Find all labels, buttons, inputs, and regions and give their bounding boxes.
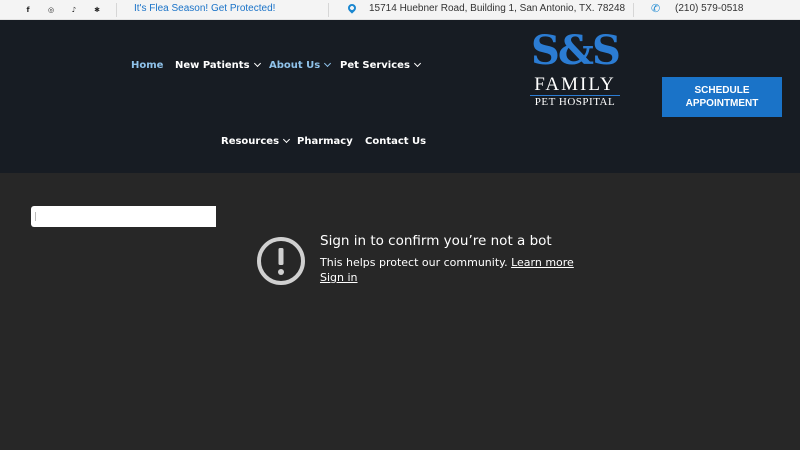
alert-icon <box>257 237 305 285</box>
top-bar: f ◎ ♪ ✱ It's Flea Season! Get Protected!… <box>0 0 800 20</box>
learn-more-link[interactable]: Learn more <box>511 256 574 269</box>
bot-check-body: This helps protect our community. Learn … <box>320 256 574 269</box>
site-logo[interactable]: S&S FAMILY PET HOSPITAL <box>527 27 623 109</box>
address-text[interactable]: 15714 Huebner Road, Building 1, San Anto… <box>369 3 625 14</box>
bot-check-title: Sign in to confirm you’re not a bot <box>320 233 552 249</box>
nav-new-patients[interactable]: New Patients <box>175 59 261 71</box>
nav-label: About Us <box>269 60 321 71</box>
divider <box>328 3 329 17</box>
logo-family: FAMILY <box>534 74 616 95</box>
yelp-icon[interactable]: ✱ <box>90 3 104 17</box>
nav-label: Pet Services <box>340 60 410 71</box>
chevron-down-icon <box>253 59 261 68</box>
site-header: Home New Patients About Us Pet Services … <box>0 20 800 173</box>
sign-in-link[interactable]: Sign in <box>320 271 358 284</box>
embedded-input-bar[interactable] <box>31 206 216 227</box>
logo-pet-hospital: PET HOSPITAL <box>534 96 616 108</box>
nav-label: Contact Us <box>365 136 427 147</box>
nav-resources[interactable]: Resources <box>221 135 291 147</box>
nav-pharmacy[interactable]: Pharmacy <box>297 136 353 147</box>
logo-mark: S&S <box>531 27 621 74</box>
schedule-appointment-button[interactable]: SCHEDULE APPOINTMENT <box>662 77 782 117</box>
bot-check-text: This helps protect our community. <box>320 256 508 269</box>
map-pin-icon <box>346 2 358 14</box>
phone-icon: ✆ <box>651 2 661 15</box>
nav-label: Resources <box>221 136 280 147</box>
nav-label: Home <box>131 60 164 71</box>
instagram-icon[interactable]: ◎ <box>44 3 58 17</box>
nav-pet-services[interactable]: Pet Services <box>340 59 421 71</box>
divider <box>116 3 117 17</box>
chevron-down-icon <box>413 59 421 68</box>
chevron-down-icon <box>324 59 332 68</box>
button-label-line1: SCHEDULE <box>694 85 750 96</box>
button-label-line2: APPOINTMENT <box>685 98 759 109</box>
nav-label: New Patients <box>175 60 250 71</box>
tiktok-icon[interactable]: ♪ <box>67 3 81 17</box>
facebook-icon[interactable]: f <box>21 3 35 17</box>
chevron-down-icon <box>282 135 291 144</box>
phone-link[interactable]: (210) 579-0518 <box>675 3 743 14</box>
nav-about-us[interactable]: About Us <box>269 59 332 71</box>
nav-contact-us[interactable]: Contact Us <box>365 136 426 147</box>
divider <box>633 3 634 17</box>
nav-label: Pharmacy <box>297 136 353 147</box>
nav-home[interactable]: Home <box>131 60 163 71</box>
promo-link[interactable]: It's Flea Season! Get Protected! <box>134 3 275 14</box>
